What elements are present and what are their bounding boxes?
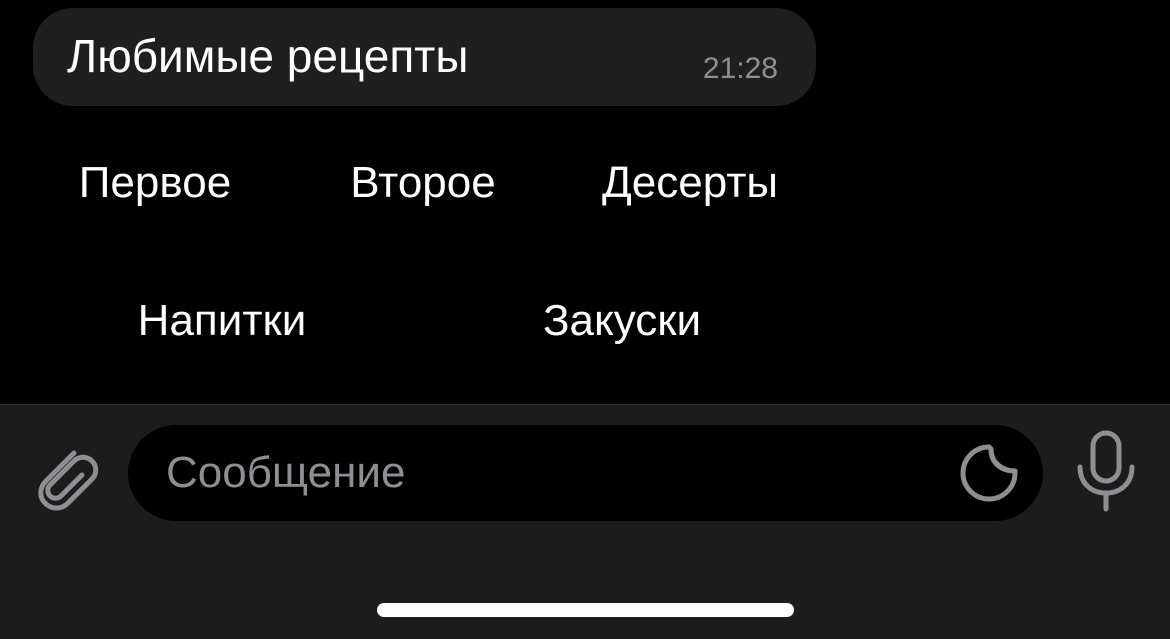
message-input[interactable] [166,445,926,501]
sticker-icon[interactable] [959,443,1019,503]
keyboard-button-vtoroe[interactable]: Второе [308,158,538,208]
keyboard-button-zakuski[interactable]: Закуски [482,296,762,346]
message-time: 21:28 [702,52,778,85]
message-bubble[interactable]: Любимые рецепты 21:28 [33,8,816,106]
microphone-icon[interactable] [1072,429,1140,515]
keyboard-button-napitki[interactable]: Напитки [82,296,362,346]
keyboard-button-deserty[interactable]: Десерты [575,158,805,208]
message-text: Любимые рецепты [67,30,469,82]
home-indicator [377,603,794,617]
input-bar [0,404,1170,639]
paperclip-icon[interactable] [30,435,100,515]
message-field[interactable] [128,425,1043,521]
chat-area: Любимые рецепты 21:28 Первое Второе Десе… [0,0,1170,404]
keyboard-button-pervoe[interactable]: Первое [40,158,270,208]
